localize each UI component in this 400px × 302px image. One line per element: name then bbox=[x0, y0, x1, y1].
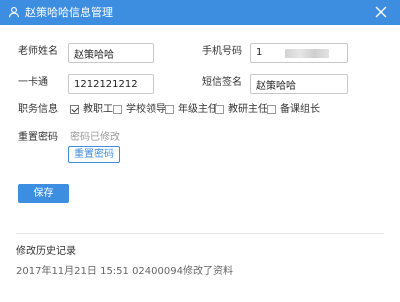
position-label: 职务信息 bbox=[18, 104, 58, 115]
section-divider bbox=[16, 233, 384, 234]
save-button[interactable]: 保存 bbox=[18, 184, 69, 203]
checkbox-lesson-leader-label: 备课组长 bbox=[280, 104, 320, 115]
checkbox-staff[interactable] bbox=[70, 105, 79, 114]
teacher-name-input[interactable] bbox=[68, 43, 154, 63]
card-input[interactable] bbox=[68, 74, 154, 94]
reset-password-button[interactable]: 重置密码 bbox=[68, 146, 120, 163]
sms-signature-input[interactable] bbox=[250, 74, 348, 94]
checkbox-lesson-leader[interactable] bbox=[267, 105, 276, 114]
checkbox-grade-director-label: 年级主任 bbox=[178, 104, 218, 115]
user-icon bbox=[8, 7, 20, 18]
checkbox-research-director[interactable] bbox=[215, 105, 224, 114]
teacher-name-label: 老师姓名 bbox=[18, 46, 58, 57]
dialog-title: 赵策哈哈信息管理 bbox=[25, 6, 113, 19]
password-status-text: 密码已修改 bbox=[70, 132, 120, 143]
checkbox-school-leader-label: 学校领导 bbox=[126, 104, 166, 115]
phone-input[interactable]: 1 bbox=[250, 43, 348, 63]
phone-label: 手机号码 bbox=[202, 46, 242, 57]
checkbox-school-leader[interactable] bbox=[113, 105, 122, 114]
history-title: 修改历史记录 bbox=[16, 246, 76, 257]
dialog-title-bar: 赵策哈哈信息管理 bbox=[0, 0, 400, 25]
card-label: 一卡通 bbox=[18, 77, 48, 88]
close-icon[interactable] bbox=[374, 5, 388, 19]
reset-password-label: 重置密码 bbox=[18, 132, 58, 143]
checkbox-research-director-label: 教研主任 bbox=[228, 104, 268, 115]
history-entry: 2017年11月21日 15:51 02400094修改了资料 bbox=[16, 266, 233, 277]
phone-value: 1 bbox=[256, 47, 263, 58]
phone-masked-digits bbox=[285, 49, 329, 58]
checkbox-staff-label: 教职工 bbox=[83, 104, 113, 115]
checkbox-grade-director[interactable] bbox=[165, 105, 174, 114]
sms-signature-label: 短信签名 bbox=[202, 77, 242, 88]
